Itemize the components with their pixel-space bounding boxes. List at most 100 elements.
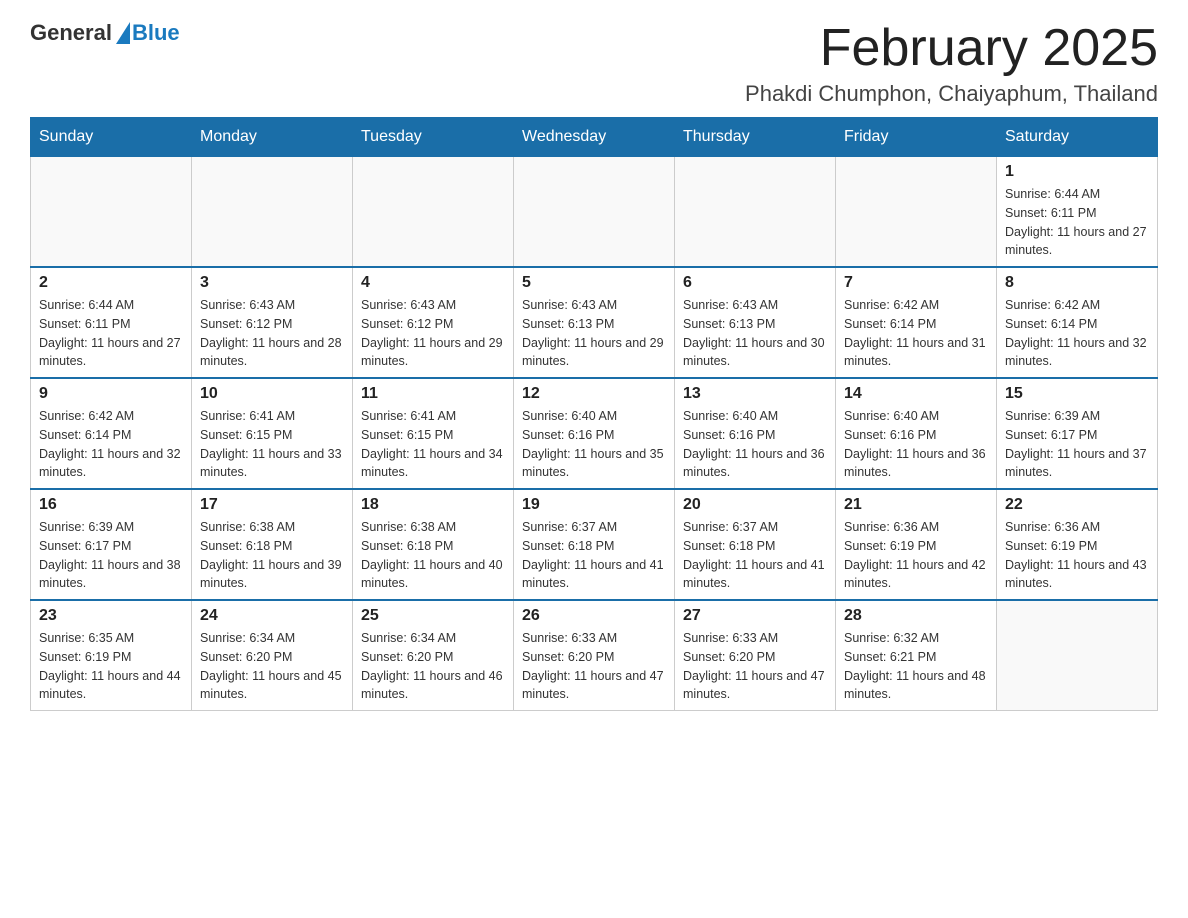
day-number: 24: [200, 607, 344, 625]
day-info: Sunrise: 6:44 AM Sunset: 6:11 PM Dayligh…: [1005, 185, 1149, 260]
day-number: 19: [522, 496, 666, 514]
calendar-header-row: Sunday Monday Tuesday Wednesday Thursday…: [31, 118, 1158, 157]
day-number: 25: [361, 607, 505, 625]
header-thursday: Thursday: [675, 118, 836, 157]
table-row: 16 Sunrise: 6:39 AM Sunset: 6:17 PM Dayli…: [31, 489, 192, 600]
calendar-week-row: 16 Sunrise: 6:39 AM Sunset: 6:17 PM Dayli…: [31, 489, 1158, 600]
day-info: Sunrise: 6:34 AM Sunset: 6:20 PM Dayligh…: [200, 629, 344, 704]
day-info: Sunrise: 6:37 AM Sunset: 6:18 PM Dayligh…: [522, 518, 666, 593]
logo-triangle-icon: [116, 22, 130, 44]
day-number: 16: [39, 496, 183, 514]
table-row: 21Sunrise: 6:36 AM Sunset: 6:19 PM Dayli…: [836, 489, 997, 600]
day-number: 7: [844, 274, 988, 292]
day-number: 15: [1005, 385, 1149, 403]
day-number: 3: [200, 274, 344, 292]
table-row: 24 Sunrise: 6:34 AM Sunset: 6:20 PM Dayli…: [192, 600, 353, 711]
day-info: Sunrise: 6:44 AM Sunset: 6:11 PM Dayligh…: [39, 296, 183, 371]
table-row: 25 Sunrise: 6:34 AM Sunset: 6:20 PM Dayli…: [353, 600, 514, 711]
day-info: Sunrise: 6:39 AM Sunset: 6:17 PM Dayligh…: [1005, 407, 1149, 482]
day-number: 10: [200, 385, 344, 403]
logo-general-text: General: [30, 20, 112, 46]
logo: General Blue: [30, 20, 180, 46]
day-number: 21: [844, 496, 988, 514]
day-info: Sunrise: 6:41 AM Sunset: 6:15 PM Dayligh…: [200, 407, 344, 482]
day-number: 5: [522, 274, 666, 292]
day-info: Sunrise: 6:39 AM Sunset: 6:17 PM Dayligh…: [39, 518, 183, 593]
day-info: Sunrise: 6:40 AM Sunset: 6:16 PM Dayligh…: [844, 407, 988, 482]
day-number: 12: [522, 385, 666, 403]
table-row: 23 Sunrise: 6:35 AM Sunset: 6:19 PM Dayli…: [31, 600, 192, 711]
day-info: Sunrise: 6:36 AM Sunset: 6:19 PM Dayligh…: [1005, 518, 1149, 593]
day-number: 9: [39, 385, 183, 403]
table-row: 22 Sunrise: 6:36 AM Sunset: 6:19 PM Dayli…: [997, 489, 1158, 600]
table-row: 28 Sunrise: 6:32 AM Sunset: 6:21 PM Dayli…: [836, 600, 997, 711]
day-info: Sunrise: 6:37 AM Sunset: 6:18 PM Dayligh…: [683, 518, 827, 593]
day-number: 18: [361, 496, 505, 514]
table-row: 17 Sunrise: 6:38 AM Sunset: 6:18 PM Dayli…: [192, 489, 353, 600]
day-number: 4: [361, 274, 505, 292]
calendar-week-row: 9Sunrise: 6:42 AM Sunset: 6:14 PM Daylig…: [31, 378, 1158, 489]
location-subtitle: Phakdi Chumphon, Chaiyaphum, Thailand: [745, 81, 1158, 107]
month-title: February 2025: [745, 20, 1158, 77]
table-row: 4 Sunrise: 6:43 AM Sunset: 6:12 PM Daylig…: [353, 267, 514, 378]
day-number: 17: [200, 496, 344, 514]
table-row: 5 Sunrise: 6:43 AM Sunset: 6:13 PM Daylig…: [514, 267, 675, 378]
day-number: 2: [39, 274, 183, 292]
day-number: 13: [683, 385, 827, 403]
day-info: Sunrise: 6:38 AM Sunset: 6:18 PM Dayligh…: [361, 518, 505, 593]
day-info: Sunrise: 6:35 AM Sunset: 6:19 PM Dayligh…: [39, 629, 183, 704]
day-number: 20: [683, 496, 827, 514]
calendar-week-row: 1Sunrise: 6:44 AM Sunset: 6:11 PM Daylig…: [31, 157, 1158, 268]
table-row: [514, 157, 675, 268]
table-row: 9Sunrise: 6:42 AM Sunset: 6:14 PM Daylig…: [31, 378, 192, 489]
header-saturday: Saturday: [997, 118, 1158, 157]
day-info: Sunrise: 6:43 AM Sunset: 6:12 PM Dayligh…: [361, 296, 505, 371]
day-info: Sunrise: 6:33 AM Sunset: 6:20 PM Dayligh…: [683, 629, 827, 704]
table-row: 8 Sunrise: 6:42 AM Sunset: 6:14 PM Daylig…: [997, 267, 1158, 378]
day-number: 23: [39, 607, 183, 625]
table-row: [192, 157, 353, 268]
table-row: 14 Sunrise: 6:40 AM Sunset: 6:16 PM Dayli…: [836, 378, 997, 489]
table-row: [836, 157, 997, 268]
table-row: 18 Sunrise: 6:38 AM Sunset: 6:18 PM Dayli…: [353, 489, 514, 600]
day-info: Sunrise: 6:34 AM Sunset: 6:20 PM Dayligh…: [361, 629, 505, 704]
day-number: 28: [844, 607, 988, 625]
header-wednesday: Wednesday: [514, 118, 675, 157]
page-header: General Blue February 2025 Phakdi Chumph…: [30, 20, 1158, 107]
table-row: 15 Sunrise: 6:39 AM Sunset: 6:17 PM Dayli…: [997, 378, 1158, 489]
table-row: 26 Sunrise: 6:33 AM Sunset: 6:20 PM Dayli…: [514, 600, 675, 711]
day-number: 14: [844, 385, 988, 403]
day-info: Sunrise: 6:40 AM Sunset: 6:16 PM Dayligh…: [522, 407, 666, 482]
table-row: 2 Sunrise: 6:44 AM Sunset: 6:11 PM Daylig…: [31, 267, 192, 378]
table-row: 19 Sunrise: 6:37 AM Sunset: 6:18 PM Dayli…: [514, 489, 675, 600]
calendar-table: Sunday Monday Tuesday Wednesday Thursday…: [30, 117, 1158, 711]
day-info: Sunrise: 6:33 AM Sunset: 6:20 PM Dayligh…: [522, 629, 666, 704]
table-row: 11 Sunrise: 6:41 AM Sunset: 6:15 PM Dayli…: [353, 378, 514, 489]
header-sunday: Sunday: [31, 118, 192, 157]
day-number: 8: [1005, 274, 1149, 292]
table-row: [675, 157, 836, 268]
day-info: Sunrise: 6:42 AM Sunset: 6:14 PM Dayligh…: [1005, 296, 1149, 371]
day-number: 22: [1005, 496, 1149, 514]
header-monday: Monday: [192, 118, 353, 157]
header-friday: Friday: [836, 118, 997, 157]
table-row: 1Sunrise: 6:44 AM Sunset: 6:11 PM Daylig…: [997, 157, 1158, 268]
table-row: 13 Sunrise: 6:40 AM Sunset: 6:16 PM Dayli…: [675, 378, 836, 489]
header-tuesday: Tuesday: [353, 118, 514, 157]
logo-blue-text: Blue: [132, 20, 180, 46]
day-info: Sunrise: 6:43 AM Sunset: 6:13 PM Dayligh…: [522, 296, 666, 371]
day-info: Sunrise: 6:43 AM Sunset: 6:13 PM Dayligh…: [683, 296, 827, 371]
day-number: 11: [361, 385, 505, 403]
day-info: Sunrise: 6:32 AM Sunset: 6:21 PM Dayligh…: [844, 629, 988, 704]
day-number: 26: [522, 607, 666, 625]
table-row: 7 Sunrise: 6:42 AM Sunset: 6:14 PM Daylig…: [836, 267, 997, 378]
table-row: 3Sunrise: 6:43 AM Sunset: 6:12 PM Daylig…: [192, 267, 353, 378]
day-info: Sunrise: 6:42 AM Sunset: 6:14 PM Dayligh…: [844, 296, 988, 371]
calendar-week-row: 2 Sunrise: 6:44 AM Sunset: 6:11 PM Daylig…: [31, 267, 1158, 378]
table-row: [353, 157, 514, 268]
table-row: [997, 600, 1158, 711]
table-row: 10 Sunrise: 6:41 AM Sunset: 6:15 PM Dayli…: [192, 378, 353, 489]
day-info: Sunrise: 6:40 AM Sunset: 6:16 PM Dayligh…: [683, 407, 827, 482]
day-info: Sunrise: 6:38 AM Sunset: 6:18 PM Dayligh…: [200, 518, 344, 593]
day-info: Sunrise: 6:41 AM Sunset: 6:15 PM Dayligh…: [361, 407, 505, 482]
